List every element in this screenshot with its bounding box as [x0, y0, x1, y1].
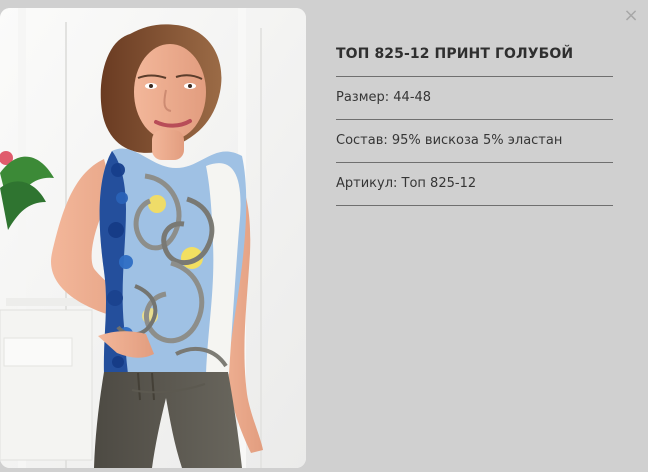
product-image	[0, 8, 306, 468]
product-quick-view-modal: × ТОП 825-12 ПРИНТ ГОЛУБОЙ Размер: 44-48…	[0, 0, 648, 472]
product-size: Размер: 44-48	[336, 77, 613, 120]
product-photo-illustration	[0, 8, 306, 468]
product-article: Артикул: Топ 825-12	[336, 163, 613, 206]
product-details: ТОП 825-12 ПРИНТ ГОЛУБОЙ Размер: 44-48 С…	[336, 44, 613, 206]
product-composition: Состав: 95% вискоза 5% эластан	[336, 120, 613, 163]
product-title: ТОП 825-12 ПРИНТ ГОЛУБОЙ	[336, 44, 613, 77]
close-button[interactable]: ×	[623, 5, 639, 26]
close-icon: ×	[623, 5, 639, 26]
